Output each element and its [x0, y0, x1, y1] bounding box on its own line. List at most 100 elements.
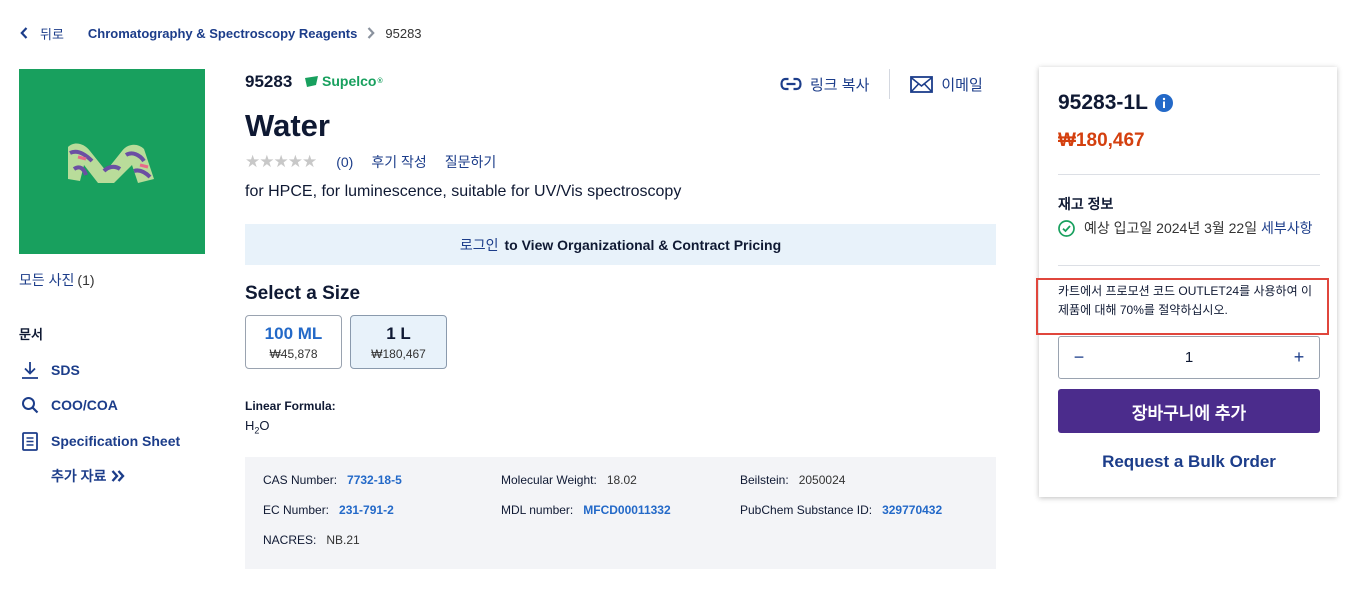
- size-label: 1 L: [386, 323, 411, 343]
- rating-count[interactable]: (0): [336, 154, 353, 170]
- product-title: Water: [245, 108, 330, 143]
- size-price: ₩45,878: [269, 346, 318, 361]
- property-cas: CAS Number: 7732-18-5: [263, 473, 402, 487]
- check-circle-icon: [1058, 220, 1075, 237]
- specification-sheet-link[interactable]: Specification Sheet: [19, 431, 180, 451]
- product-sku: 95283: [245, 72, 293, 91]
- back-label: 뒤로: [40, 26, 64, 42]
- breadcrumb-current: 95283: [385, 25, 422, 41]
- promo-highlight-box: [1036, 278, 1329, 335]
- login-banner-text: to View Organizational & Contract Pricin…: [504, 236, 782, 253]
- linear-formula-value: H2O: [245, 418, 270, 436]
- pubchem-id-link[interactable]: 329770432: [882, 503, 942, 517]
- write-review-link[interactable]: 후기 작성: [371, 152, 426, 172]
- product-description: for HPCE, for luminescence, suitable for…: [245, 183, 682, 200]
- chevron-right-icon: [367, 27, 376, 39]
- panel-price: ₩180,467: [1058, 130, 1145, 151]
- brand-name: Supelco: [322, 73, 377, 89]
- rating-stars-icon[interactable]: ★★★★★: [245, 152, 317, 172]
- property-key: MDL number:: [501, 503, 574, 517]
- email-icon: [910, 75, 934, 93]
- mdl-number-link[interactable]: MFCD00011332: [583, 503, 670, 517]
- search-icon: [19, 395, 41, 415]
- document-icon: [19, 431, 41, 451]
- panel-sku: 95283-1L: [1058, 91, 1173, 115]
- add-to-cart-button[interactable]: 장바구니에 추가: [1058, 389, 1320, 433]
- share-actions: 링크 복사 이메일: [780, 69, 983, 99]
- brand-registered-mark: ®: [377, 77, 383, 85]
- size-option-1l[interactable]: 1 L ₩180,467: [350, 315, 447, 369]
- linear-formula-label: Linear Formula:: [245, 399, 336, 413]
- size-option-100ml[interactable]: 100 ML ₩45,878: [245, 315, 342, 369]
- property-key: CAS Number:: [263, 473, 338, 487]
- coo-coa-label: COO/COA: [51, 397, 118, 413]
- link-icon: [780, 77, 802, 91]
- property-key: PubChem Substance ID:: [740, 503, 873, 517]
- stock-details-link[interactable]: 세부사항: [1261, 220, 1313, 236]
- double-chevron-right-icon: [112, 470, 126, 482]
- all-photos-label: 모든 사진: [19, 272, 75, 288]
- sds-label: SDS: [51, 362, 80, 378]
- quantity-decrease-button[interactable]: −: [1059, 337, 1099, 378]
- property-key: EC Number:: [263, 503, 330, 517]
- download-icon: [19, 360, 41, 380]
- cas-number-link[interactable]: 7732-18-5: [347, 473, 402, 487]
- merck-logo-icon: [68, 143, 154, 183]
- property-value: NB.21: [326, 533, 360, 547]
- login-link[interactable]: 로그인: [460, 235, 499, 255]
- property-key: Beilstein:: [740, 473, 789, 487]
- property-key: NACRES:: [263, 533, 317, 547]
- size-label: 100 ML: [264, 323, 323, 343]
- ask-question-link[interactable]: 질문하기: [445, 152, 497, 172]
- property-nacres: NACRES: NB.21: [263, 533, 360, 547]
- product-image[interactable]: [19, 69, 205, 254]
- brand-supelco[interactable]: Supelco ®: [305, 73, 383, 89]
- stock-info-title: 재고 정보: [1058, 196, 1114, 212]
- email-button[interactable]: 이메일: [910, 74, 983, 95]
- property-ec-number: EC Number: 231-791-2: [263, 503, 394, 517]
- property-mdl: MDL number: MFCD00011332: [501, 503, 671, 517]
- quantity-input[interactable]: 1: [1099, 349, 1279, 366]
- all-photos-link[interactable]: 모든 사진 (1): [19, 270, 95, 290]
- breadcrumb: 뒤로 Chromatography & Spectroscopy Reagent…: [20, 24, 422, 42]
- ec-number-link[interactable]: 231-791-2: [339, 503, 394, 517]
- coo-coa-link[interactable]: COO/COA: [19, 395, 118, 415]
- more-documents-label: 추가 자료: [51, 468, 107, 484]
- property-beilstein: Beilstein: 2050024: [740, 473, 845, 487]
- breadcrumb-category-link[interactable]: Chromatography & Spectroscopy Reagents: [88, 26, 357, 41]
- sds-link[interactable]: SDS: [19, 360, 80, 380]
- info-icon[interactable]: [1154, 94, 1173, 112]
- more-documents-link[interactable]: 추가 자료: [51, 466, 126, 486]
- panel-divider: [1058, 174, 1320, 175]
- actions-divider: [889, 69, 891, 99]
- back-link[interactable]: 뒤로: [20, 24, 64, 43]
- photo-count: (1): [77, 272, 95, 288]
- property-pubchem: PubChem Substance ID: 329770432: [740, 503, 942, 517]
- select-size-title: Select a Size: [245, 283, 361, 304]
- property-molecular-weight: Molecular Weight: 18.02: [501, 473, 637, 487]
- property-key: Molecular Weight:: [501, 473, 597, 487]
- copy-link-label: 링크 복사: [810, 76, 870, 94]
- stock-availability: 예상 입고일 2024년 3월 22일 세부사항: [1058, 217, 1328, 239]
- quantity-increase-button[interactable]: +: [1279, 337, 1319, 378]
- stock-date-text: 예상 입고일 2024년 3월 22일: [1084, 220, 1261, 236]
- panel-divider: [1058, 265, 1320, 266]
- bulk-order-link[interactable]: Request a Bulk Order: [1058, 452, 1320, 472]
- panel-sku-label: 95283-1L: [1058, 91, 1148, 114]
- product-properties: CAS Number: 7732-18-5 Molecular Weight: …: [245, 457, 996, 569]
- stock-text-wrap: 예상 입고일 2024년 3월 22일 세부사항: [1084, 217, 1313, 239]
- formula-part: O: [259, 418, 270, 433]
- property-value: 2050024: [798, 473, 846, 487]
- supelco-leaf-icon: [305, 75, 318, 87]
- copy-link-button[interactable]: 링크 복사: [780, 74, 869, 95]
- email-label: 이메일: [941, 76, 983, 94]
- size-price: ₩180,467: [371, 346, 426, 361]
- chevron-left-icon: [20, 27, 28, 39]
- specification-sheet-label: Specification Sheet: [51, 433, 181, 449]
- property-value: 18.02: [606, 473, 637, 487]
- rating-row: ★★★★★ (0) 후기 작성 질문하기: [245, 152, 496, 172]
- login-pricing-banner: 로그인 to View Organizational & Contract Pr…: [245, 224, 996, 265]
- formula-part: H: [245, 418, 255, 433]
- documents-title: 문서: [19, 327, 43, 342]
- quantity-stepper: − 1 +: [1058, 336, 1320, 379]
